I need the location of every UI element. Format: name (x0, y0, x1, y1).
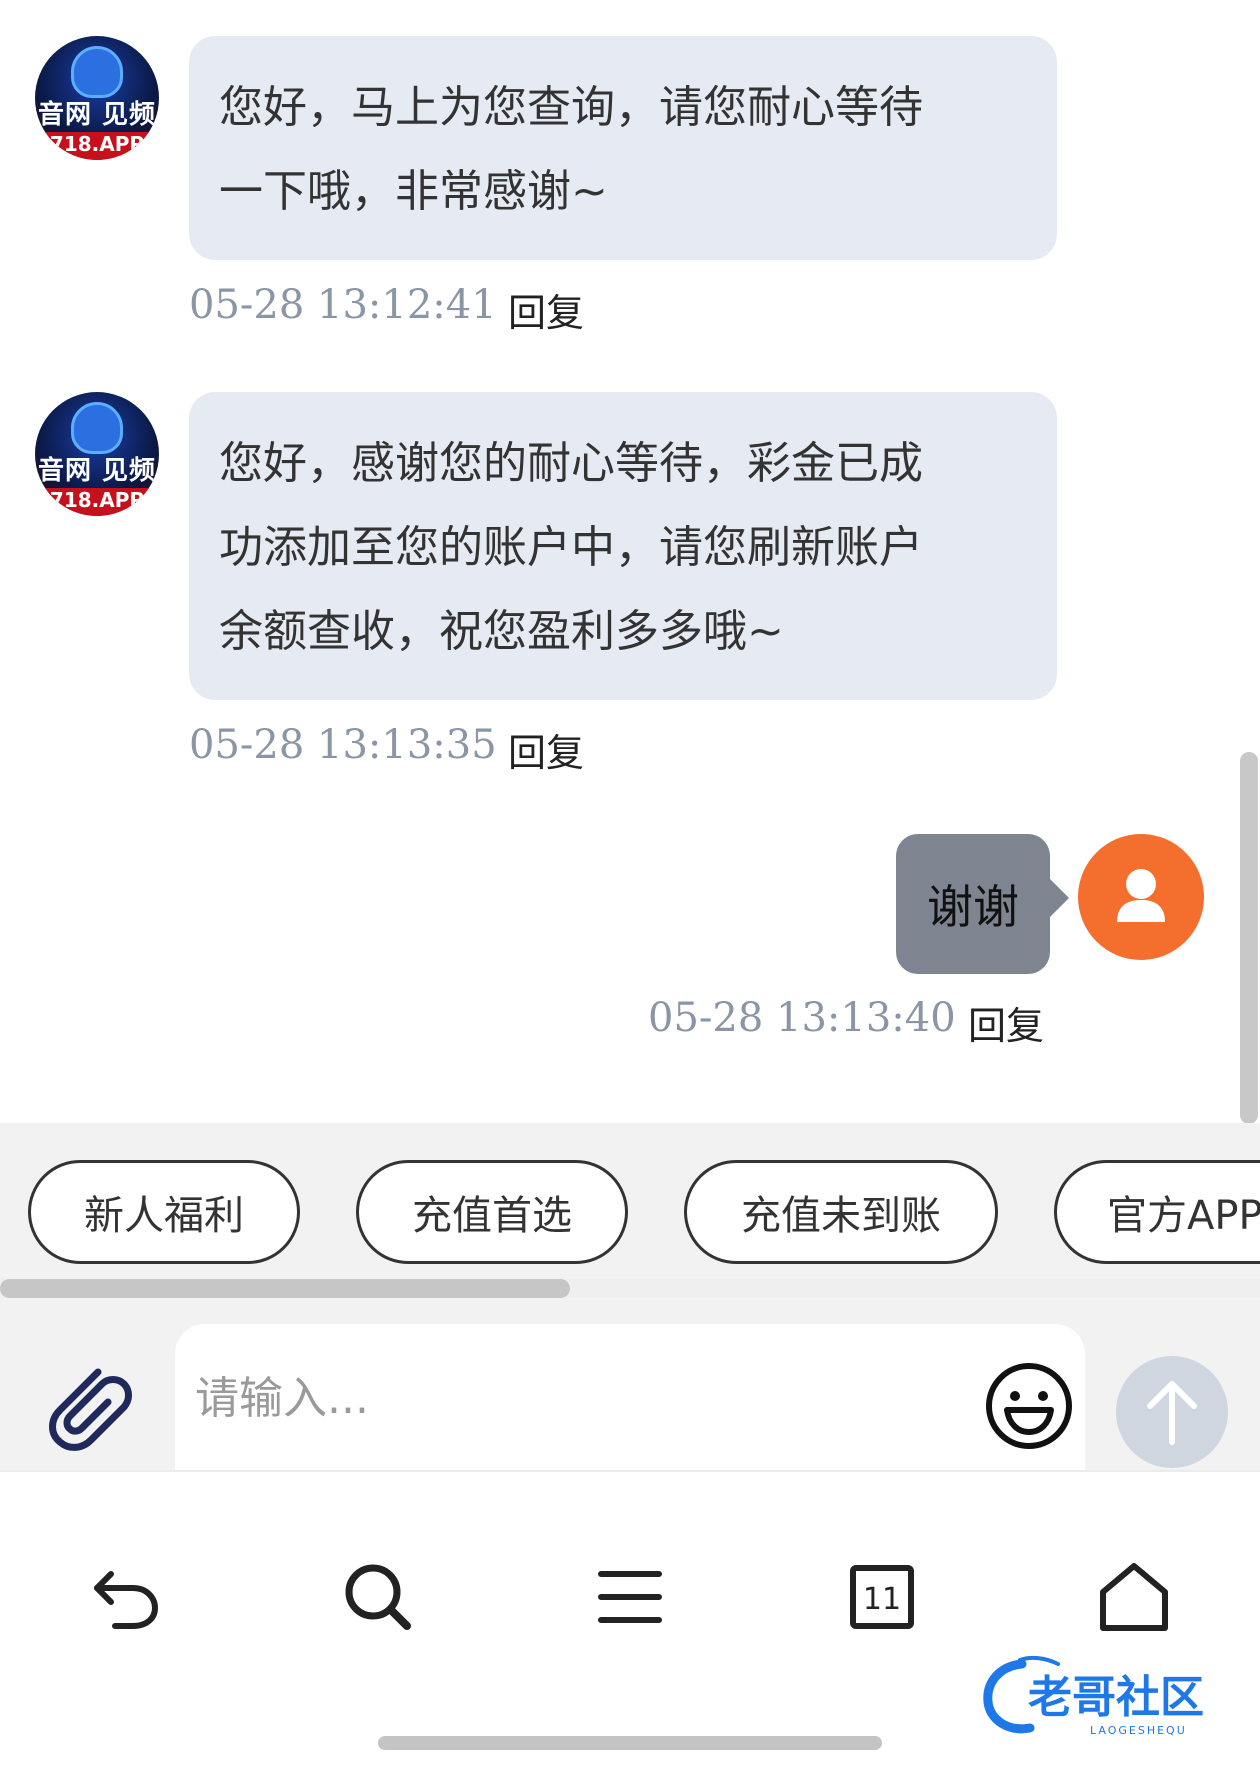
hooded-figure-icon (71, 402, 123, 454)
message-line: 您好，马上为您查询，请您耐心等待 (219, 82, 923, 133)
bottom-nav-bar: 11 老哥社区 LAOGESHEQU (0, 1470, 1260, 1772)
hooded-figure-icon (71, 46, 123, 98)
message-timestamp: 05-28 13:12:41 (189, 282, 497, 328)
avatar-brand-sub: 718.APP (35, 132, 159, 160)
message-line: 功添加至您的账户中，请您刷新账户 (219, 522, 923, 573)
watermark-text: 老哥社区 (1028, 1672, 1204, 1723)
agent-avatar: 音网 见频 718.APP (35, 392, 159, 516)
menu-icon[interactable] (585, 1552, 675, 1642)
reply-link[interactable]: 回复 (968, 995, 1044, 1050)
search-icon[interactable] (333, 1552, 423, 1642)
message-timestamp: 05-28 13:13:40 (648, 995, 956, 1041)
message-input-container (175, 1324, 1085, 1470)
message-line: 余额查收，祝您盈利多多哦~ (219, 606, 784, 657)
paperclip-icon[interactable] (38, 1354, 138, 1454)
tabs-icon[interactable]: 11 (837, 1552, 927, 1642)
agent-message-bubble: 您好，马上为您查询，请您耐心等待 一下哦，非常感谢~ (189, 36, 1057, 260)
reply-link[interactable]: 回复 (508, 722, 584, 777)
user-message-text: 谢谢 (927, 880, 1019, 934)
bubble-tail (1049, 878, 1069, 918)
avatar-brand-text: 音网 见频 (37, 456, 157, 486)
tabs-count: 11 (863, 1582, 901, 1617)
watermark-logo: 老哥社区 LAOGESHEQU (980, 1654, 1240, 1740)
reply-link[interactable]: 回复 (508, 282, 584, 337)
input-bar (0, 1298, 1260, 1470)
chat-scrollbar[interactable] (1240, 752, 1258, 1123)
user-message-bubble: 谢谢 (896, 834, 1050, 974)
quick-reply-recharge-preferred[interactable]: 充值首选 (356, 1160, 628, 1264)
quick-reply-recharge-not-received[interactable]: 充值未到账 (684, 1160, 998, 1264)
send-button[interactable] (1116, 1356, 1228, 1468)
quick-reply-official-app[interactable]: 官方APP (1054, 1160, 1260, 1264)
chip-scrollbar[interactable] (0, 1279, 570, 1298)
arrow-up-icon (1147, 1381, 1197, 1445)
message-line: 您好，感谢您的耐心等待，彩金已成 (219, 438, 923, 489)
user-avatar (1078, 834, 1204, 960)
quick-reply-bar: 新人福利 充值首选 充值未到账 官方APP (0, 1123, 1260, 1298)
message-timestamp: 05-28 13:13:35 (189, 722, 497, 768)
message-line: 一下哦，非常感谢~ (219, 166, 608, 217)
agent-message-bubble: 您好，感谢您的耐心等待，彩金已成 功添加至您的账户中，请您刷新账户 余额查收，祝… (189, 392, 1057, 700)
quick-reply-new-user-benefits[interactable]: 新人福利 (28, 1160, 300, 1264)
watermark-subtext: LAOGESHEQU (1090, 1724, 1187, 1737)
agent-avatar: 音网 见频 718.APP (35, 36, 159, 160)
home-indicator[interactable] (378, 1736, 882, 1750)
back-icon[interactable] (81, 1552, 171, 1642)
message-input[interactable] (195, 1358, 955, 1438)
avatar-brand-text: 音网 见频 (37, 100, 157, 130)
home-icon[interactable] (1089, 1552, 1179, 1642)
avatar-brand-sub: 718.APP (35, 488, 159, 516)
smiley-icon[interactable] (983, 1360, 1075, 1452)
user-icon (1117, 869, 1165, 922)
chat-area[interactable]: 音网 见频 718.APP 您好，马上为您查询，请您耐心等待 一下哦，非常感谢~… (0, 0, 1260, 1123)
